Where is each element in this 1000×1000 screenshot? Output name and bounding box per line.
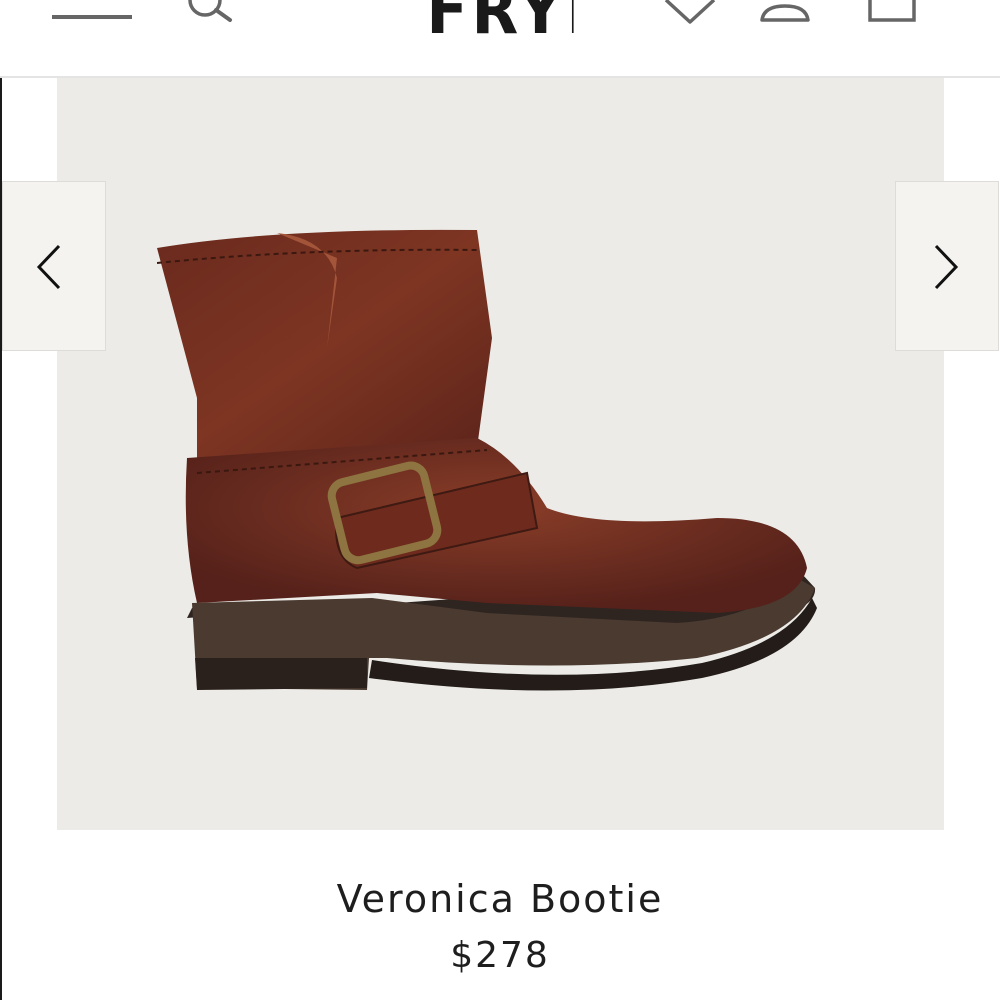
wishlist-heart-icon[interactable] bbox=[660, 0, 720, 30]
account-icon[interactable] bbox=[756, 0, 814, 30]
product-title: Veronica Bootie bbox=[336, 877, 664, 921]
site-header: FRYE bbox=[0, 0, 1000, 78]
page-edge-line bbox=[0, 0, 2, 1000]
product-image-gallery[interactable] bbox=[2, 78, 999, 830]
next-image-button[interactable] bbox=[895, 181, 999, 351]
product-price: $278 bbox=[450, 935, 550, 976]
shopping-bag-icon[interactable] bbox=[862, 0, 922, 30]
search-icon[interactable] bbox=[180, 0, 238, 30]
previous-image-button[interactable] bbox=[2, 181, 106, 351]
chevron-right-icon bbox=[934, 244, 959, 290]
boot-icon bbox=[157, 229, 817, 691]
chevron-left-icon bbox=[36, 244, 61, 290]
brand-logo[interactable]: FRYE bbox=[426, 0, 573, 44]
menu-icon[interactable] bbox=[50, 0, 134, 30]
